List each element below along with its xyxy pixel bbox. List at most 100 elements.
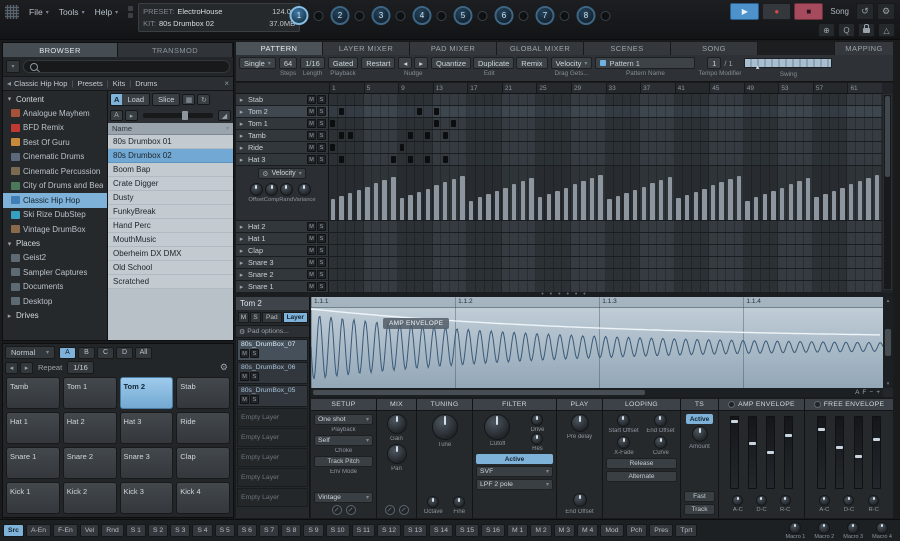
waveform-vscrollbar[interactable]: ▴ ▾ [883, 297, 893, 388]
step-lane-snare-3[interactable] [329, 257, 882, 268]
settings-gear-icon[interactable]: ⚙ [877, 3, 895, 20]
filter-mode-select[interactable]: LPF 2 pole▾ [476, 479, 553, 490]
scene-button-1[interactable]: 1 [290, 6, 309, 25]
loop-start-offset-knob[interactable] [617, 414, 630, 427]
solo-button[interactable]: S [317, 258, 326, 267]
bottom-tab-s-8[interactable]: S 8 [281, 524, 301, 537]
bottom-tab-s-4[interactable]: S 4 [192, 524, 212, 537]
choke-select[interactable]: Self▾ [314, 435, 373, 446]
auto-zoom-button[interactable]: A [855, 389, 859, 396]
pad-stab[interactable]: Stab [176, 377, 230, 409]
pad-hat-3[interactable]: Hat 3 [120, 412, 174, 444]
file-item-old-school[interactable]: Old School [108, 261, 233, 275]
swing-slider[interactable]: ▴ [744, 57, 832, 70]
solo-button[interactable]: S [317, 246, 326, 255]
file-item-boom-bap[interactable]: Boom Bap [108, 163, 233, 177]
restart-button[interactable]: Restart [361, 57, 395, 69]
playback-mode-value[interactable]: Gated [328, 57, 358, 69]
pad-mute-button[interactable]: M [238, 312, 249, 323]
transmod-circle-icon[interactable] [385, 505, 395, 515]
velocity-knob-comp[interactable]: Comp [264, 183, 279, 203]
scene-button-7[interactable]: 7 [536, 6, 555, 25]
track-header-snare-1[interactable]: ▸Snare 1MS [236, 281, 329, 292]
grid-view-icon[interactable]: ▦ [182, 94, 195, 105]
env-slider-3[interactable] [854, 416, 863, 489]
layer-mute-button[interactable]: M [240, 349, 249, 358]
macro-knob-macro-2[interactable]: Macro 2 [814, 522, 834, 540]
step-lane-hat-1[interactable] [329, 233, 882, 244]
track-header-hat-2[interactable]: ▸Hat 2MS [236, 221, 329, 232]
mute-button[interactable]: M [307, 143, 316, 152]
bottom-tab-s-12[interactable]: S 12 [377, 524, 401, 537]
bottom-tab-mod[interactable]: Mod [600, 524, 623, 537]
tree-item-documents[interactable]: Documents [3, 280, 107, 295]
filter-type-select[interactable]: SVF▾ [476, 466, 553, 477]
velocity-lane-select[interactable]: ⚙Velocity▾ [258, 168, 305, 179]
step-lane-tamb[interactable] [329, 130, 882, 141]
bottom-tab-s-11[interactable]: S 11 [352, 524, 375, 537]
pad-snare-1[interactable]: Snare 1 [6, 447, 60, 479]
tree-group-content[interactable]: ▾Content [3, 92, 107, 106]
velocity-lane[interactable] [329, 166, 882, 220]
bank-button-d[interactable]: D [116, 347, 133, 359]
bank-prev-icon[interactable]: ◂ [5, 362, 18, 374]
tree-item-geist2[interactable]: Geist2 [3, 251, 107, 266]
remix-button[interactable]: Remix [516, 57, 547, 69]
step-lane-tom-2[interactable] [329, 106, 882, 117]
scroll-up-icon[interactable]: ▴ [887, 298, 890, 304]
variance-knob[interactable] [298, 183, 311, 196]
tab-mapping[interactable]: MAPPING [835, 42, 893, 55]
bottom-tab-pres[interactable]: Pres [649, 524, 673, 537]
step-lane-stab[interactable] [329, 94, 882, 105]
breadcrumb-kits[interactable]: Kits [113, 79, 126, 88]
file-list-header[interactable]: Name ▾ [108, 123, 233, 135]
search-box[interactable] [23, 60, 230, 73]
song-mode-button[interactable]: Song [826, 7, 853, 16]
bottom-tab-pch[interactable]: Pch [626, 524, 648, 537]
bottom-tab-s-2[interactable]: S 2 [148, 524, 168, 537]
layer-solo-button[interactable]: S [250, 349, 259, 358]
scene-knob-2[interactable] [355, 11, 365, 21]
step-lane-hat-2[interactable] [329, 221, 882, 232]
layer-solo-button[interactable]: S [250, 395, 259, 404]
tab-song[interactable]: SONG [671, 42, 757, 55]
env-slider-1[interactable] [817, 416, 826, 489]
solo-button[interactable]: S [317, 234, 326, 243]
tab-pattern[interactable]: PATTERN [236, 42, 322, 55]
mute-button[interactable]: M [307, 222, 316, 231]
env-slider-handle[interactable] [767, 451, 774, 454]
env-knob-a-c[interactable]: A-C [819, 495, 830, 513]
file-item-hand-perc[interactable]: Hand Perc [108, 219, 233, 233]
file-item-scratched[interactable]: Scratched [108, 275, 233, 289]
pad-mode-select[interactable]: Normal ▾ [5, 346, 55, 359]
layer-slot-2[interactable]: 80s_DrumBox_06MS [237, 362, 308, 384]
tree-group-places[interactable]: ▾Places [3, 237, 107, 251]
stop-button[interactable]: ■ [794, 3, 823, 20]
scene-button-4[interactable]: 4 [413, 6, 432, 25]
env-knob-a-c[interactable]: A-C [732, 495, 743, 513]
file-item-crate-digger[interactable]: Crate Digger [108, 177, 233, 191]
tab-layer-mixer[interactable]: LAYER MIXER [323, 42, 409, 55]
track-header-tamb[interactable]: ▸TambMS [236, 130, 329, 141]
breadcrumb-classic-hip-hop[interactable]: Classic Hip Hop [14, 79, 67, 88]
pre-delay-knob[interactable] [571, 414, 589, 432]
solo-button[interactable]: S [317, 222, 326, 231]
scene-knob-6[interactable] [519, 11, 529, 21]
pan-knob[interactable] [387, 444, 407, 464]
drive-knob[interactable] [531, 414, 543, 426]
transmod-circle-icon[interactable] [332, 505, 342, 515]
tree-group-drives[interactable]: ▸Drives [3, 309, 107, 323]
scene-knob-3[interactable] [396, 11, 406, 21]
file-item-dusty[interactable]: Dusty [108, 191, 233, 205]
bottom-tab-m-1[interactable]: M 1 [507, 524, 528, 537]
loop-end-offset-knob[interactable] [654, 414, 667, 427]
warning-triangle-icon[interactable]: △ [878, 23, 895, 37]
record-button[interactable]: ● [762, 3, 791, 20]
step-lane-snare-1[interactable] [329, 281, 882, 292]
quantize-zoom-icon[interactable]: Q [838, 23, 855, 37]
track-header-clap[interactable]: ▸ClapMS [236, 245, 329, 256]
preview-play-icon[interactable]: ▸ [125, 110, 138, 121]
pad-kick-4[interactable]: Kick 4 [176, 482, 230, 514]
bottom-tab-tprt[interactable]: Tprt [675, 524, 697, 537]
refresh-icon[interactable]: ↻ [197, 94, 210, 105]
